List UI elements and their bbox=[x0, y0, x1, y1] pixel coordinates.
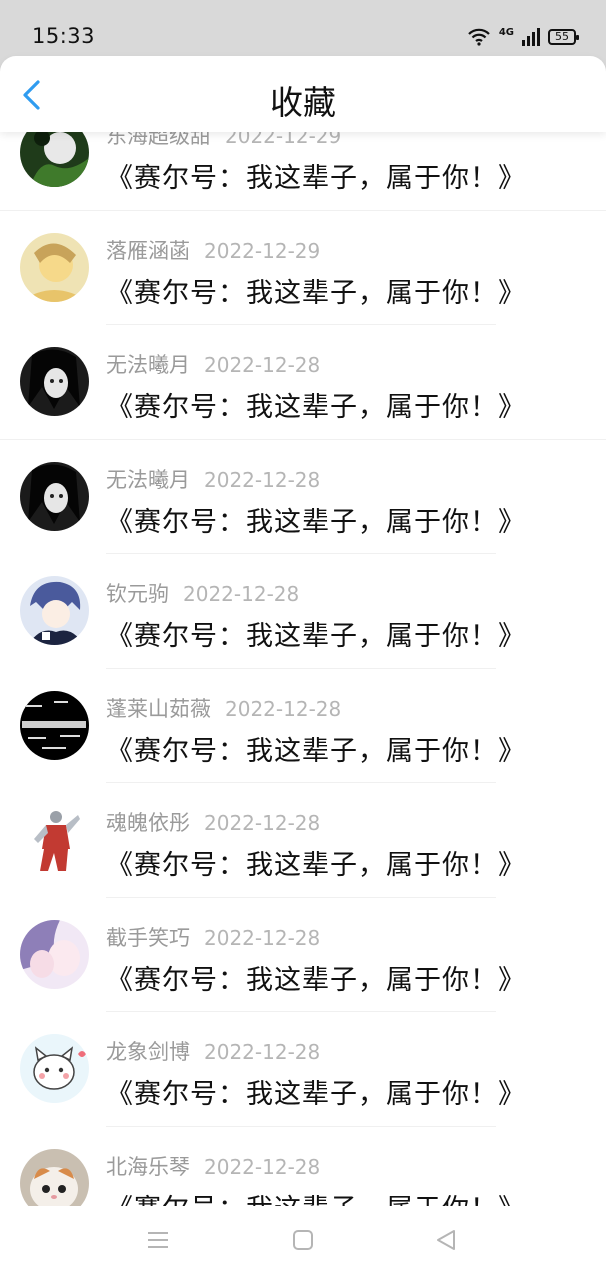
avatar bbox=[20, 1034, 89, 1103]
user-name[interactable]: 落雁涵菡 bbox=[106, 239, 190, 263]
back-triangle-icon bbox=[437, 1230, 455, 1250]
user-name[interactable]: 截手笑巧 bbox=[106, 926, 190, 950]
avatar bbox=[20, 347, 89, 416]
status-icons: 4G 55 bbox=[467, 24, 579, 50]
avatar bbox=[20, 132, 89, 187]
item-meta: 落雁涵菡 2022-12-29 bbox=[106, 235, 320, 265]
post-date: 2022-12-28 bbox=[204, 1154, 321, 1179]
post-title[interactable]: 《赛尔号：我这辈子，属于你！》 bbox=[106, 500, 526, 539]
avatar bbox=[20, 461, 89, 531]
list-item[interactable]: 龙象剑博 2022-12-28 《赛尔号：我这辈子，属于你！》 bbox=[0, 1012, 606, 1127]
post-date: 2022-12-28 bbox=[225, 696, 342, 721]
item-meta: 无法曦月 2022-12-28 bbox=[106, 464, 320, 494]
post-date: 2022-12-29 bbox=[204, 238, 321, 263]
avatar bbox=[20, 576, 89, 645]
battery-icon: 55 bbox=[548, 29, 579, 45]
signal-icon bbox=[522, 28, 540, 46]
item-meta: 魂魄依彤 2022-12-28 bbox=[106, 807, 320, 837]
list-item[interactable]: 钦元驹 2022-12-28 《赛尔号：我这辈子，属于你！》 bbox=[0, 554, 606, 669]
item-meta: 无法曦月 2022-12-28 bbox=[106, 349, 320, 379]
list-item[interactable]: 无法曦月 2022-12-28 《赛尔号：我这辈子，属于你！》 bbox=[0, 325, 606, 440]
item-meta: 蓬莱山茹薇 2022-12-28 bbox=[106, 693, 341, 723]
item-meta: 北海乐琴 2022-12-28 bbox=[106, 1151, 320, 1181]
list-item[interactable]: 东海超级甜 2022-12-29 《赛尔号：我这辈子，属于你！》 bbox=[0, 132, 606, 211]
user-name[interactable]: 龙象剑博 bbox=[106, 1040, 190, 1064]
list-item[interactable]: 魂魄依彤 2022-12-28 《赛尔号：我这辈子，属于你！》 bbox=[0, 783, 606, 898]
user-name[interactable]: 魂魄依彤 bbox=[106, 811, 190, 835]
user-name[interactable]: 钦元驹 bbox=[106, 582, 169, 606]
list-item[interactable]: 落雁涵菡 2022-12-29 《赛尔号：我这辈子，属于你！》 bbox=[0, 211, 606, 325]
list-item[interactable]: 无法曦月 2022-12-28 《赛尔号：我这辈子，属于你！》 bbox=[0, 440, 606, 554]
network-label: 4G bbox=[498, 26, 514, 38]
system-back-button[interactable] bbox=[434, 1228, 458, 1256]
status-time: 15:33 bbox=[32, 24, 96, 48]
list-item[interactable]: 蓬莱山茹薇 2022-12-28 《赛尔号：我这辈子，属于你！》 bbox=[0, 669, 606, 783]
item-meta: 钦元驹 2022-12-28 bbox=[106, 578, 299, 608]
list-item[interactable]: 截手笑巧 2022-12-28 《赛尔号：我这辈子，属于你！》 bbox=[0, 898, 606, 1012]
menu-icon bbox=[148, 1232, 168, 1248]
user-name[interactable]: 东海超级甜 bbox=[106, 132, 211, 148]
home-button[interactable] bbox=[291, 1228, 315, 1256]
post-title[interactable]: 《赛尔号：我这辈子，属于你！》 bbox=[106, 1187, 526, 1207]
post-date: 2022-12-28 bbox=[204, 1040, 321, 1064]
avatar bbox=[20, 919, 89, 989]
post-title[interactable]: 《赛尔号：我这辈子，属于你！》 bbox=[106, 385, 526, 424]
post-date: 2022-12-28 bbox=[204, 811, 321, 835]
system-nav-bar bbox=[0, 1206, 606, 1280]
favorites-list[interactable]: 东海超级甜 2022-12-29 《赛尔号：我这辈子，属于你！》 落雁涵菡 2022… bbox=[0, 132, 606, 1206]
home-square-icon bbox=[293, 1230, 313, 1250]
post-date: 2022-12-28 bbox=[204, 925, 321, 950]
header: 收藏 bbox=[0, 56, 606, 132]
user-name[interactable]: 北海乐琴 bbox=[106, 1155, 190, 1179]
avatar bbox=[20, 690, 89, 760]
user-name[interactable]: 无法曦月 bbox=[106, 468, 190, 492]
post-title[interactable]: 《赛尔号：我这辈子，属于你！》 bbox=[106, 271, 526, 310]
item-meta: 东海超级甜 2022-12-29 bbox=[106, 132, 341, 150]
post-date: 2022-12-28 bbox=[204, 467, 321, 492]
post-title[interactable]: 《赛尔号：我这辈子，属于你！》 bbox=[106, 1072, 526, 1111]
menu-button[interactable] bbox=[146, 1228, 170, 1256]
wifi-icon bbox=[468, 28, 490, 46]
list-item[interactable]: 北海乐琴 2022-12-28 《赛尔号：我这辈子，属于你！》 bbox=[0, 1127, 606, 1207]
post-date: 2022-12-28 bbox=[183, 582, 300, 606]
post-title[interactable]: 《赛尔号：我这辈子，属于你！》 bbox=[106, 729, 526, 768]
post-title[interactable]: 《赛尔号：我这辈子，属于你！》 bbox=[106, 958, 526, 997]
page-title: 收藏 bbox=[270, 83, 336, 122]
post-date: 2022-12-28 bbox=[204, 353, 321, 377]
user-name[interactable]: 无法曦月 bbox=[106, 353, 190, 377]
avatar bbox=[20, 1148, 89, 1206]
post-title[interactable]: 《赛尔号：我这辈子，属于你！》 bbox=[106, 614, 526, 653]
item-meta: 截手笑巧 2022-12-28 bbox=[106, 922, 320, 952]
avatar bbox=[20, 232, 89, 302]
item-meta: 龙象剑博 2022-12-28 bbox=[106, 1036, 320, 1066]
user-name[interactable]: 蓬莱山茹薇 bbox=[106, 697, 211, 721]
post-date: 2022-12-29 bbox=[225, 132, 342, 148]
post-title[interactable]: 《赛尔号：我这辈子，属于你！》 bbox=[106, 843, 526, 882]
post-title[interactable]: 《赛尔号：我这辈子，属于你！》 bbox=[106, 156, 526, 195]
avatar bbox=[20, 805, 89, 874]
